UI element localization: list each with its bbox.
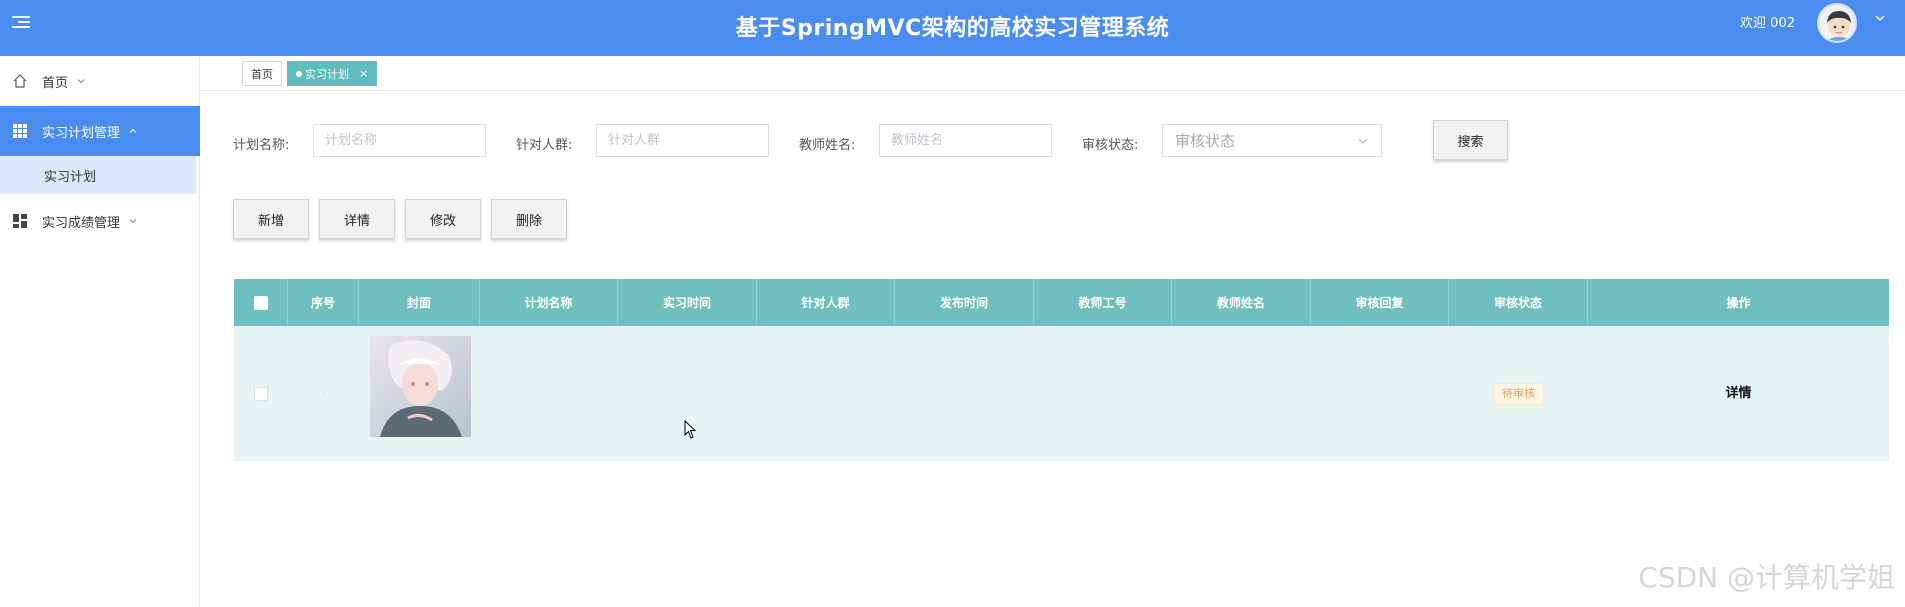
row-checkbox[interactable] xyxy=(254,386,268,401)
chevron-down-icon xyxy=(1358,138,1368,144)
column-header: 序号 xyxy=(288,279,359,326)
column-header: 教师工号 xyxy=(1034,279,1172,326)
tab-internship-plan[interactable]: 实习计划 × xyxy=(287,61,378,86)
status-badge: 待审核 xyxy=(1493,382,1544,405)
tab-home[interactable]: 首页 xyxy=(242,61,282,86)
dashboard-icon xyxy=(12,213,28,229)
plan-name-input[interactable] xyxy=(313,124,486,157)
watermark: CSDN @计算机学姐 xyxy=(1638,561,1895,594)
column-header: 发布时间 xyxy=(895,279,1034,326)
mouse-cursor-icon xyxy=(684,420,697,439)
chevron-down-icon xyxy=(77,79,85,84)
status-select-placeholder: 审核状态 xyxy=(1175,132,1236,150)
table-row: 1 待审核 详情 xyxy=(234,326,1889,461)
data-table: 序号 封面 计划名称 实习时间 针对人群 发布时间 教师工号 教师姓名 审核回复… xyxy=(234,279,1889,461)
search-button[interactable]: 搜索 xyxy=(1433,120,1508,160)
column-header: 教师姓名 xyxy=(1172,279,1311,326)
close-icon[interactable]: × xyxy=(359,67,368,80)
target-input[interactable] xyxy=(596,124,769,157)
plan-name-label: 计划名称: xyxy=(233,138,290,153)
status-cell: 待审核 xyxy=(1449,326,1588,461)
review-reply-cell xyxy=(1311,326,1449,461)
teacher-name-label: 教师姓名: xyxy=(799,138,856,153)
row-index: 1 xyxy=(320,388,327,399)
table-header: 序号 封面 计划名称 实习时间 针对人群 发布时间 教师工号 教师姓名 审核回复… xyxy=(234,279,1889,326)
teacher-name-input[interactable] xyxy=(879,124,1052,157)
column-header: 计划名称 xyxy=(480,279,618,326)
sidebar-item-label: 实习计划管理 xyxy=(42,125,121,141)
column-header: 针对人群 xyxy=(757,279,895,326)
plan-name-cell xyxy=(480,326,618,461)
column-header: 审核状态 xyxy=(1449,279,1588,326)
delete-button[interactable]: 删除 xyxy=(491,199,567,239)
action-cell: 详情 xyxy=(1588,326,1889,461)
detail-button[interactable]: 详情 xyxy=(319,199,395,239)
column-header: 实习时间 xyxy=(618,279,757,326)
intern-time-cell xyxy=(618,326,757,461)
publish-time-cell xyxy=(895,326,1034,461)
status-select[interactable]: 审核状态 xyxy=(1162,124,1382,157)
teacher-name-cell xyxy=(1172,326,1311,461)
target-cell xyxy=(757,326,895,461)
column-header: 操作 xyxy=(1726,296,1751,310)
grid-icon xyxy=(12,123,28,139)
sidebar-item-plan-management[interactable]: 实习计划管理 xyxy=(0,106,200,156)
sidebar-item-label: 实习成绩管理 xyxy=(42,215,121,231)
add-button[interactable]: 新增 xyxy=(233,199,309,239)
sidebar-item-grade-management[interactable]: 实习成绩管理 xyxy=(0,196,200,246)
sidebar-item-home[interactable]: 首页 xyxy=(0,56,200,106)
target-label: 针对人群: xyxy=(516,138,573,153)
chevron-up-icon xyxy=(129,128,137,133)
cover-image xyxy=(370,336,471,437)
active-dot-icon xyxy=(296,70,302,77)
welcome-text: 欢迎 002 xyxy=(1740,16,1795,31)
home-icon xyxy=(12,73,28,89)
top-header: 基于SpringMVC架构的高校实习管理系统 欢迎 002 xyxy=(0,0,1905,56)
edit-button[interactable]: 修改 xyxy=(405,199,481,239)
select-all-cell xyxy=(234,279,288,326)
tab-label: 首页 xyxy=(251,67,273,81)
teacher-no-cell xyxy=(1034,326,1172,461)
tab-bar: 首页 实习计划 × xyxy=(201,56,1905,91)
status-label: 审核状态: xyxy=(1082,138,1139,153)
chevron-down-icon xyxy=(129,219,137,224)
row-detail-button[interactable]: 详情 xyxy=(1725,386,1751,401)
row-select-cell xyxy=(234,326,288,461)
column-header: 审核回复 xyxy=(1311,279,1449,326)
sidebar-item-label: 首页 xyxy=(42,75,69,91)
app-title: 基于SpringMVC架构的高校实习管理系统 xyxy=(735,16,1170,41)
avatar[interactable] xyxy=(1817,3,1857,43)
column-header: 封面 xyxy=(359,279,480,326)
select-all-checkbox[interactable] xyxy=(253,295,268,310)
tab-label: 实习计划 xyxy=(305,67,349,81)
chevron-down-icon[interactable] xyxy=(1873,11,1887,25)
sidebar-subitem-plan[interactable]: 实习计划 xyxy=(0,156,196,194)
sidebar: 首页 实习计划管理 实习计划 实习成绩管理 xyxy=(0,56,200,607)
